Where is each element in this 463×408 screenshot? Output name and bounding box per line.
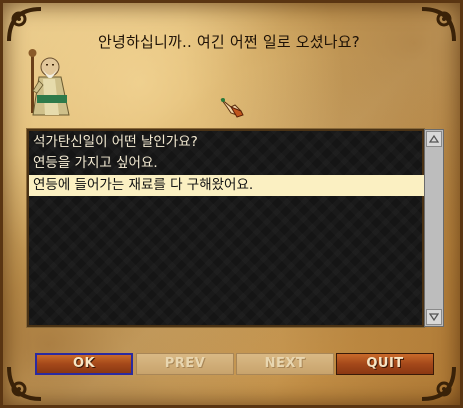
dialog-options-list: 석가탄신일이 어떤 날인가요? 연등을 가지고 싶어요. 연등에 들어가는 재료… (27, 129, 424, 327)
dialog-option[interactable]: 연등을 가지고 싶어요. (29, 153, 424, 174)
npc-greeting-text: 안녕하십니까.. 여긴 어쩐 일로 오셨나요? (98, 33, 360, 51)
next-button[interactable]: NEXT (236, 353, 334, 375)
dialog-option-selected[interactable]: 연등에 들어가는 재료를 다 구해왔어요. (29, 175, 424, 196)
quit-button[interactable]: QUIT (336, 353, 434, 375)
options-scrollbar[interactable] (424, 129, 444, 327)
hand-pointer-icon (217, 93, 247, 119)
scroll-up-arrow-icon[interactable] (426, 131, 442, 147)
prev-button[interactable]: PREV (136, 353, 234, 375)
dialog-option[interactable]: 석가탄신일이 어떤 날인가요? (29, 132, 424, 153)
npc-dialog-window: 안녕하십니까.. 여긴 어쩐 일로 오셨나요? 석가탄신일이 어떤 날인가요? … (0, 0, 463, 408)
scroll-down-arrow-icon[interactable] (426, 309, 442, 325)
npc-portrait (25, 47, 73, 117)
ok-button[interactable]: OK (35, 353, 133, 375)
corner-ornament-icon (5, 5, 45, 45)
